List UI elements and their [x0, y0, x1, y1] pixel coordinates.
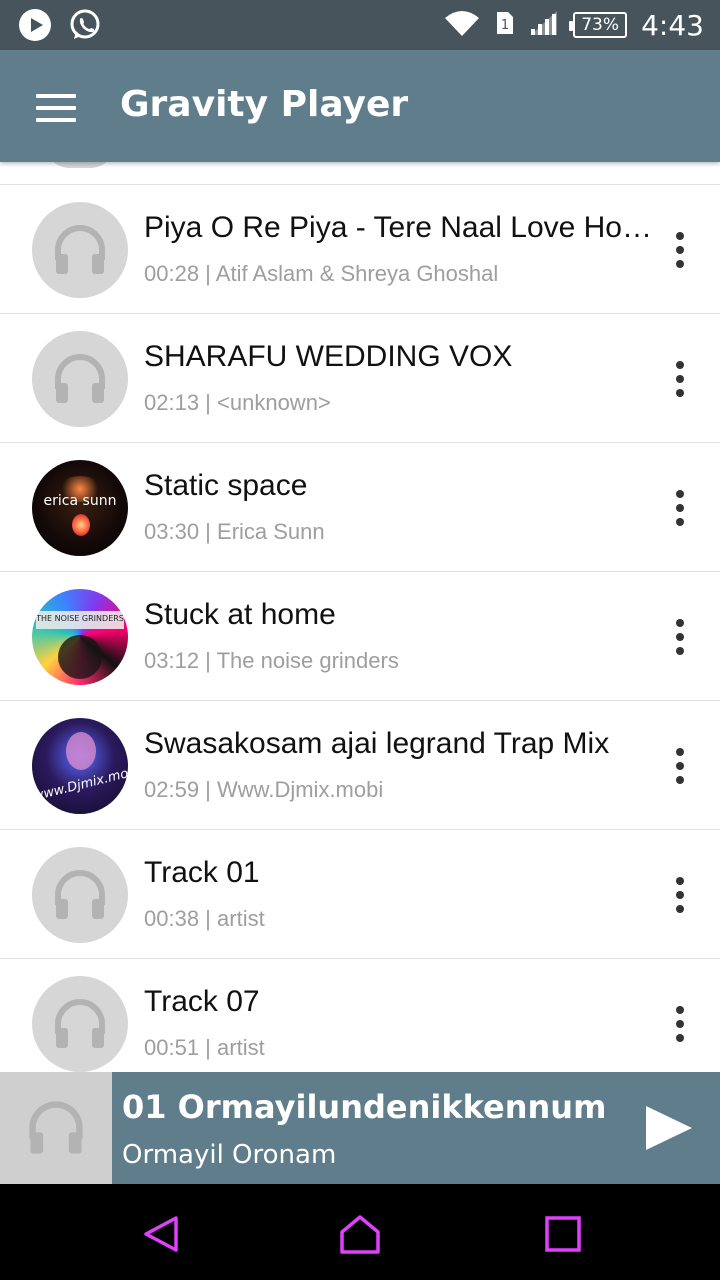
- song-artist: artist: [217, 1035, 265, 1060]
- song-artist: <unknown>: [217, 390, 331, 415]
- song-subtitle: 03:30 | Erica Sunn: [144, 519, 325, 544]
- more-options-icon[interactable]: [664, 874, 696, 916]
- album-art: THE NOISE GRINDERS: [32, 589, 128, 685]
- list-item[interactable]: Track 01 00:38 | artist: [0, 830, 720, 959]
- headphones-icon: [32, 847, 128, 943]
- album-art-text: www.Djmix.mobi: [32, 763, 128, 805]
- song-duration: 00:38: [144, 906, 200, 931]
- status-bar: 1 73% 4:43: [0, 0, 720, 50]
- battery-level: 73%: [581, 15, 619, 35]
- album-art-text: THE NOISE GRINDERS: [36, 614, 124, 623]
- now-playing-artist: Ormayil Oronam: [122, 1140, 337, 1170]
- headphones-icon: [32, 976, 128, 1072]
- song-duration: 02:59: [144, 777, 200, 802]
- headphones-icon: [32, 202, 128, 298]
- song-artist: The noise grinders: [216, 648, 399, 673]
- song-title: Swasakosam ajai legrand Trap Mix: [144, 727, 610, 760]
- song-duration: 00:28: [144, 261, 200, 286]
- song-duration: 03:12: [144, 648, 200, 673]
- album-art: www.Djmix.mobi: [32, 718, 128, 814]
- signal-icon: [529, 9, 559, 41]
- song-artist: artist: [217, 906, 265, 931]
- home-icon[interactable]: [337, 1212, 383, 1256]
- sim-icon: 1: [495, 10, 515, 40]
- list-item[interactable]: Piya O Re Piya - Tere Naal Love Ho Gaya …: [0, 185, 720, 314]
- song-artist: Atif Aslam & Shreya Ghoshal: [215, 261, 499, 286]
- song-title: Track 01: [144, 856, 260, 889]
- more-options-icon[interactable]: [664, 358, 696, 400]
- now-playing-title: 01 Ormayilundenikkennum: [122, 1088, 607, 1126]
- clock: 4:43: [641, 8, 704, 42]
- headphones-icon: [32, 331, 128, 427]
- song-subtitle: 00:38 | artist: [144, 906, 265, 931]
- song-title: Piya O Re Piya - Tere Naal Love Ho Gaya: [144, 211, 659, 244]
- navigation-bar: [0, 1184, 720, 1280]
- song-subtitle: 00:28 | Atif Aslam & Shreya Ghoshal: [144, 261, 499, 286]
- album-art-text: erica sunn: [43, 493, 117, 509]
- battery-icon: 73%: [569, 12, 628, 38]
- more-options-icon[interactable]: [664, 487, 696, 529]
- song-artist: Www.Djmix.mobi: [217, 777, 384, 802]
- app-bar: Gravity Player: [0, 50, 720, 162]
- mini-player[interactable]: 01 Ormayilundenikkennum Ormayil Oronam: [0, 1072, 720, 1184]
- sim-slot-text: 1: [501, 18, 509, 33]
- song-title: Static space: [144, 469, 308, 502]
- list-item[interactable]: SHARAFU WEDDING VOX 02:13 | <unknown>: [0, 314, 720, 443]
- hamburger-menu-icon[interactable]: [36, 94, 76, 122]
- song-duration: 03:30: [144, 519, 200, 544]
- song-subtitle: 00:51 | artist: [144, 1035, 265, 1060]
- song-list[interactable]: Piya O Re Piya - Tere Naal Love Ho Gaya …: [0, 162, 720, 1072]
- back-icon[interactable]: [138, 1212, 184, 1256]
- wifi-icon: [443, 8, 481, 42]
- more-options-icon[interactable]: [664, 616, 696, 658]
- list-item[interactable]: Track 07 00:51 | artist: [0, 959, 720, 1072]
- whatsapp-icon: [68, 8, 102, 46]
- song-subtitle: 02:13 | <unknown>: [144, 390, 331, 415]
- list-item[interactable]: www.Djmix.mobi Swasakosam ajai legrand T…: [0, 701, 720, 830]
- song-subtitle: 03:12 | The noise grinders: [144, 648, 399, 673]
- play-icon: [646, 1106, 692, 1150]
- album-art-placeholder: [44, 162, 116, 168]
- song-duration: 00:51: [144, 1035, 200, 1060]
- song-subtitle: 02:59 | Www.Djmix.mobi: [144, 777, 384, 802]
- song-artist: Erica Sunn: [217, 519, 325, 544]
- song-title: Stuck at home: [144, 598, 336, 631]
- more-options-icon[interactable]: [664, 1003, 696, 1045]
- more-options-icon[interactable]: [664, 229, 696, 271]
- headphones-icon: [0, 1072, 112, 1184]
- song-duration: 02:13: [144, 390, 200, 415]
- album-art: erica sunn: [32, 460, 128, 556]
- song-title: Track 07: [144, 985, 260, 1018]
- play-circle-icon: [18, 8, 52, 46]
- list-item[interactable]: THE NOISE GRINDERS Stuck at home 03:12 |…: [0, 572, 720, 701]
- list-item[interactable]: erica sunn Static space 03:30 | Erica Su…: [0, 443, 720, 572]
- more-options-icon[interactable]: [664, 745, 696, 787]
- app-title: Gravity Player: [120, 84, 409, 125]
- recents-icon[interactable]: [540, 1212, 586, 1256]
- song-title: SHARAFU WEDDING VOX: [144, 340, 513, 373]
- play-button[interactable]: [640, 1102, 696, 1154]
- list-item-partial[interactable]: [0, 162, 720, 185]
